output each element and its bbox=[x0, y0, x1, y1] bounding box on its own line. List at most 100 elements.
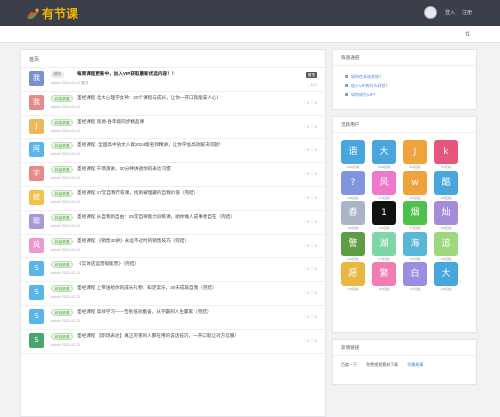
thread-tag[interactable]: 科技资源 bbox=[51, 261, 74, 269]
thread-row[interactable]: 风科技资源 圣经课程 《销售30讲》永远不过时的销售技巧（完结） admin 202… bbox=[21, 235, 325, 259]
active-user[interactable]: 警 233回帖 bbox=[341, 231, 365, 263]
thread-title[interactable]: 圣经课程 从自我到自由：25堂自律能力训练课，助你做人成事更自在（完结） bbox=[77, 214, 235, 220]
thread-title[interactable]: 圣经课程 ·全国高中语文人教2024版名师精讲，让你学会高效解决问题！ bbox=[77, 142, 223, 148]
user-avatar[interactable]: 春 bbox=[341, 201, 365, 225]
user-avatar[interactable]: 大 bbox=[434, 262, 458, 286]
active-user[interactable]: 1 311回帖 bbox=[372, 201, 396, 232]
thread-tag[interactable]: 科技资源 bbox=[51, 332, 74, 340]
thread-meta: admin 2022-03-12 bbox=[51, 199, 81, 204]
thread-row[interactable]: S 科技资源 圣经课程 【职场表达】真正厉害的人都在用的说话技巧，一开口就让对方信服… bbox=[21, 330, 325, 354]
user-avatar[interactable]: 谐 bbox=[341, 140, 365, 164]
active-user[interactable]: w 433回帖 bbox=[403, 170, 427, 202]
dropdown-icon[interactable]: ⇅ bbox=[465, 31, 470, 38]
user-avatar[interactable]: 追 bbox=[434, 231, 458, 256]
user-avatar[interactable]: 警 bbox=[341, 231, 365, 256]
active-user[interactable]: 海 197回帖 bbox=[403, 231, 427, 263]
active-user[interactable]: 风 523回帖 bbox=[372, 170, 396, 202]
thread-row[interactable]: 蛙科技资源 圣经课程 17堂自我疗愈课，找到被埋藏的自我价值（完结） admin 2… bbox=[21, 187, 325, 211]
active-user[interactable]: 愿 165回帖 bbox=[341, 262, 365, 293]
thread-row[interactable]: J 科技资源 圣经课程 资源·各年级同步精品课 admin 2022-03-12 ◌ 0… bbox=[21, 116, 325, 140]
thread-title[interactable]: 圣经课程 千场演讲，20分钟讲透你的表达习惯 bbox=[77, 166, 171, 172]
avatar[interactable]: 我 bbox=[29, 71, 44, 86]
friend-link[interactable]: 免费视频素材下载 bbox=[366, 362, 398, 367]
thread-tag[interactable]: 科技资源 bbox=[51, 213, 74, 221]
user-avatar[interactable]: 烟 bbox=[403, 201, 427, 225]
active-user[interactable]: 湖 218回帖 bbox=[372, 231, 396, 263]
avatar[interactable]: S bbox=[29, 261, 44, 277]
thread-title[interactable]: 圣经课程 【职场表达】真正厉害的人都在用的说话技巧，一开口就让对方信服！ bbox=[77, 333, 239, 339]
thread-row[interactable]: 阿科技资源 圣经课程 ·全国高中语文人教2024版名师精讲，让你学会高效解决问题！… bbox=[21, 139, 325, 164]
friend-link[interactable]: 百度一下 bbox=[341, 362, 357, 367]
avatar[interactable]: 蛙 bbox=[29, 189, 44, 205]
active-user[interactable]: 春 389回帖 bbox=[341, 201, 365, 232]
quick-link[interactable]: 加入VIP有什么好处？ bbox=[333, 81, 476, 90]
user-avatar[interactable]: 繁 bbox=[372, 262, 396, 286]
active-user[interactable]: 烟 276回帖 bbox=[403, 201, 427, 232]
register-link[interactable]: 注册 bbox=[462, 9, 472, 16]
thread-tag[interactable]: 科技资源 bbox=[51, 237, 74, 245]
avatar[interactable]: S bbox=[29, 332, 44, 348]
login-link[interactable]: 登入 bbox=[445, 9, 455, 16]
user-avatar[interactable]: 风 bbox=[372, 170, 396, 195]
thread-row[interactable]: S 科技资源 圣经课程 高效学习——告别低效勤奋，从学霸到人生赢家（完结） admin… bbox=[21, 306, 325, 330]
user-avatar[interactable]: 酷 bbox=[434, 170, 458, 195]
user-avatar[interactable]: k bbox=[434, 140, 458, 164]
avatar[interactable]: 风 bbox=[29, 237, 44, 253]
user-avatar[interactable]: 愿 bbox=[341, 262, 365, 286]
thread-title[interactable]: 圣经课程 17堂自我疗愈课，找到被埋藏的自我价值（完结） bbox=[77, 190, 198, 196]
friend-link[interactable]: 早晨故事 bbox=[407, 362, 423, 367]
active-user[interactable]: 谐 4060回帖 bbox=[341, 140, 365, 171]
active-user[interactable]: J 954回帖 bbox=[403, 140, 427, 171]
avatar[interactable]: S bbox=[29, 308, 44, 324]
avatar[interactable]: 阿 bbox=[29, 142, 44, 158]
user-avatar[interactable]: 白 bbox=[403, 262, 427, 286]
thread-title[interactable]: 每周课程更新中，加入VIP获取最新优选内容！！ bbox=[77, 71, 176, 77]
avatar[interactable]: 宇 bbox=[29, 166, 44, 182]
thread-tag[interactable]: 科技资源 bbox=[51, 308, 74, 316]
user-avatar[interactable]: 湖 bbox=[372, 231, 396, 256]
pinned-thread[interactable]: 我 精华 每周课程更新中，加入VIP获取最新优选内容！！ admin 2022-… bbox=[21, 68, 325, 92]
thread-title[interactable]: 圣经课程 高效学习——告别低效勤奋，从学霸到人生赢家（完结） bbox=[77, 309, 212, 315]
thread-tag[interactable]: 科技资源 bbox=[51, 189, 74, 197]
user-avatar[interactable]: 灿 bbox=[434, 201, 458, 225]
active-user[interactable]: 白 147回帖 bbox=[403, 262, 427, 293]
user-avatar[interactable]: ? bbox=[341, 170, 365, 195]
user-avatar-icon[interactable] bbox=[424, 6, 437, 19]
thread-row[interactable]: 我科技资源 圣经课程 北大心理学女神：20个课程与成长，让你一开口就能安人心！ ad… bbox=[21, 92, 325, 116]
avatar[interactable]: 我 bbox=[29, 94, 44, 110]
avatar[interactable]: 聪 bbox=[29, 213, 44, 229]
site-logo[interactable]: 有节课 bbox=[26, 5, 78, 22]
thread-tag[interactable]: 科技资源 bbox=[51, 118, 74, 126]
thread-title[interactable]: 《实体店运营赋能营》（完结） bbox=[77, 261, 139, 267]
active-user[interactable]: 追 181回帖 bbox=[434, 231, 458, 263]
thread-tag[interactable]: 科技资源 bbox=[51, 142, 74, 150]
user-avatar[interactable]: w bbox=[403, 170, 427, 195]
thread-tag[interactable]: 精华 bbox=[51, 71, 65, 78]
user-avatar[interactable]: 1 bbox=[372, 201, 396, 225]
thread-tag[interactable]: 科技资源 bbox=[51, 94, 74, 102]
thread-tag[interactable]: 科技资源 bbox=[51, 285, 74, 293]
thread-row[interactable]: 宇科技资源 圣经课程 千场演讲，20分钟讲透你的表达习惯 admin 2022-03… bbox=[21, 163, 325, 187]
thread-row[interactable]: S 科技资源 圣经课程 上帝送给你的成长礼物：知足常乐，30天成就自我（完结） adm… bbox=[21, 282, 325, 306]
user-avatar[interactable]: 海 bbox=[403, 231, 427, 256]
active-user[interactable]: 繁 153回帖 bbox=[372, 262, 396, 293]
active-user[interactable]: ? 688回帖 bbox=[341, 170, 365, 202]
user-avatar[interactable]: J bbox=[403, 140, 427, 164]
thread-row[interactable]: 聪科技资源 圣经课程 从自我到自由：25堂自律能力训练课，助你做人成事更自在（完结… bbox=[21, 211, 325, 235]
thread-row[interactable]: S 科技资源 《实体店运营赋能营》（完结） admin 2022-03-12 ◌ 0 ♡… bbox=[21, 258, 325, 283]
user-avatar[interactable]: 大 bbox=[372, 140, 396, 164]
thread-title[interactable]: 圣经课程 资源·各年级同步精品课 bbox=[77, 119, 144, 125]
active-user[interactable]: 灿 259回帖 bbox=[434, 201, 458, 232]
active-user[interactable]: 大 139回帖 bbox=[434, 262, 458, 293]
thread-tag[interactable]: 科技资源 bbox=[51, 166, 74, 174]
quick-link[interactable]: 如何成为VIP？ bbox=[333, 90, 476, 99]
avatar[interactable]: J bbox=[29, 118, 44, 134]
thread-title[interactable]: 圣经课程 《销售30讲》永远不过时的销售技巧（完结） bbox=[77, 238, 189, 244]
thread-title[interactable]: 圣经课程 北大心理学女神：20个课程与成长，让你一开口就能安人心！ bbox=[77, 95, 221, 101]
thread-title[interactable]: 圣经课程 上帝送给你的成长礼物：知足常乐，30天成就自我（完结） bbox=[77, 285, 217, 291]
active-user[interactable]: 酷 408回帖 bbox=[434, 170, 458, 202]
quick-link[interactable]: 如何在本站发帖？ bbox=[333, 72, 476, 81]
active-user[interactable]: 大 1028回帖 bbox=[372, 140, 396, 171]
avatar[interactable]: S bbox=[29, 285, 44, 301]
active-user[interactable]: k 752回帖 bbox=[434, 140, 458, 171]
